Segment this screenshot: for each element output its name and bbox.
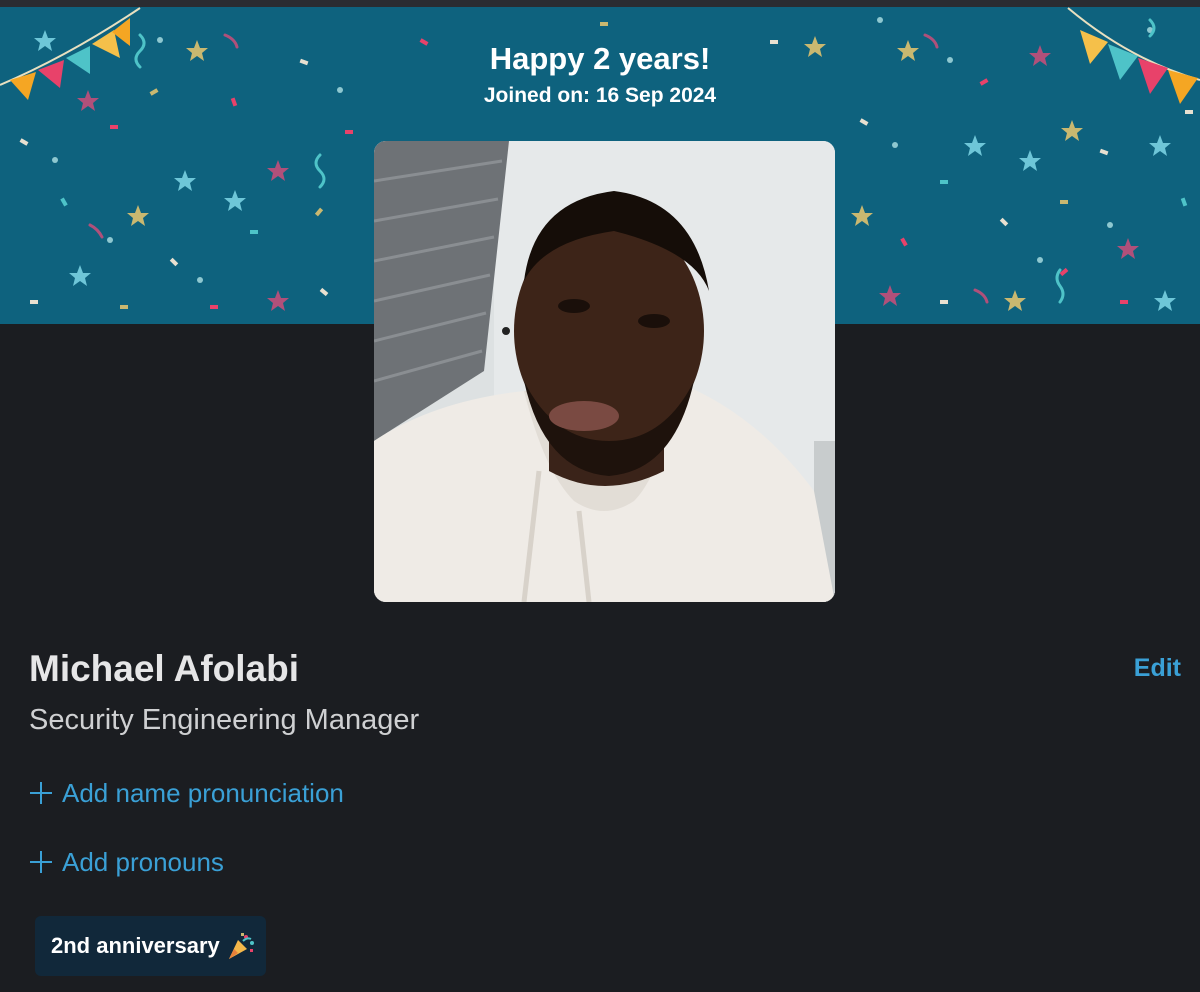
plus-icon (30, 851, 52, 873)
joined-date: Joined on: 16 Sep 2024 (483, 84, 717, 107)
anniversary-badge-label: 2nd anniversary (51, 933, 220, 958)
profile-job-title: Security Engineering Manager (29, 704, 420, 736)
add-pronouns-link[interactable]: Add pronouns (30, 845, 224, 879)
plus-icon (30, 782, 52, 804)
window-top-strip (0, 0, 1200, 7)
edit-profile-link[interactable]: Edit (1134, 652, 1181, 684)
profile-photo-image (374, 141, 835, 602)
add-name-pronunciation-link[interactable]: Add name pronunciation (30, 776, 344, 810)
anniversary-title: Happy 2 years! (489, 41, 711, 76)
add-pronouns-label: Add pronouns (62, 847, 224, 877)
profile-photo[interactable] (374, 141, 835, 602)
anniversary-badge[interactable]: 2nd anniversary (35, 916, 266, 976)
add-name-pronunciation-label: Add name pronunciation (62, 778, 344, 808)
party-popper-icon (226, 931, 256, 961)
profile-name: Michael Afolabi (29, 648, 300, 689)
